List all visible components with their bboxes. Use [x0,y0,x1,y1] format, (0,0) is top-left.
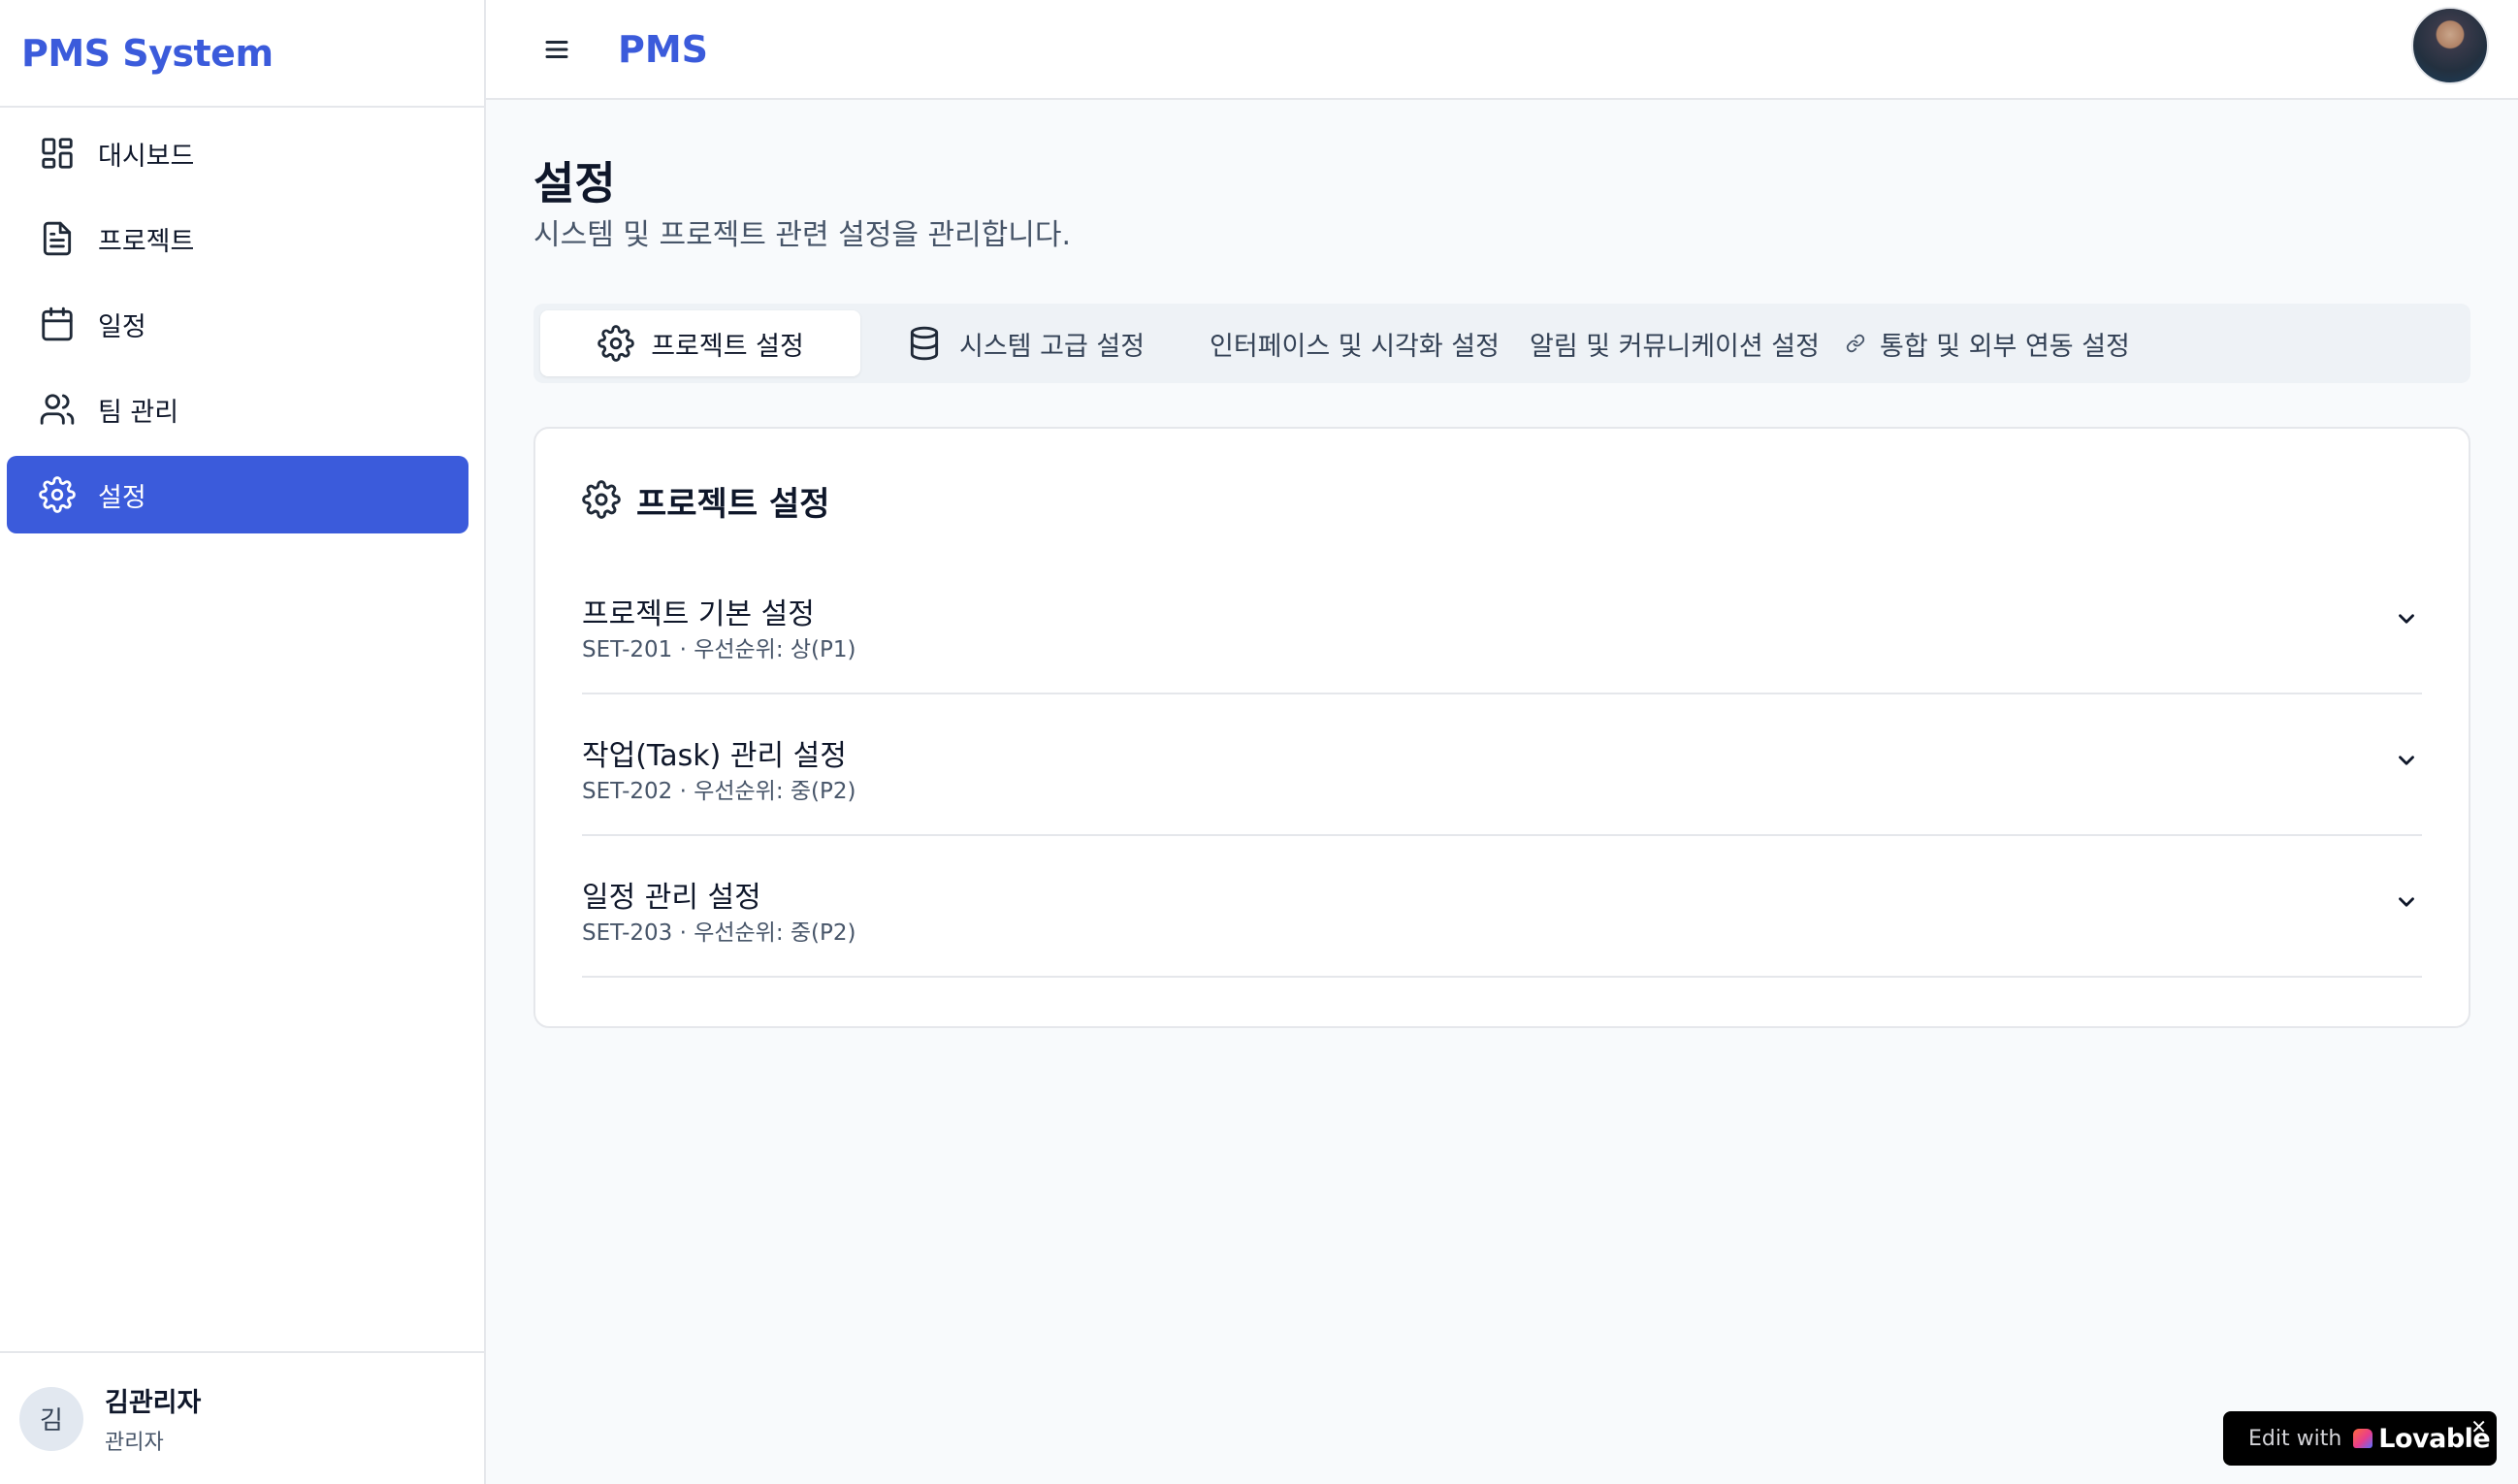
sidebar-item-schedule[interactable]: 일정 [7,285,468,363]
header-title: PMS [618,27,709,71]
accordion-title: 프로젝트 기본 설정 [582,597,815,631]
dashboard-icon [38,134,77,173]
tab-label: 인터페이스 및 시각화 설정 [1210,331,1500,362]
accordion-meta: SET-203 · 우선순위: 중(P2) [582,920,856,946]
close-icon[interactable]: ✕ [2470,1415,2487,1438]
document-icon [38,219,77,258]
edit-with-lovable-badge[interactable]: Edit with Lovable ✕ [2223,1411,2497,1466]
users-icon [38,390,77,429]
sidebar-brand: PMS System [0,0,484,108]
sidebar-item-team[interactable]: 팀 관리 [7,371,468,448]
sidebar-item-projects[interactable]: 프로젝트 [7,200,468,277]
settings-tabs: 프로젝트 설정 시스템 고급 설정 인터페이스 및 시각화 설정 알림 및 커뮤… [533,304,2470,383]
profile-avatar[interactable] [2411,7,2489,84]
avatar: 김 [19,1386,83,1451]
sidebar-item-label: 프로젝트 [98,226,195,257]
accordion-title: 일정 관리 설정 [582,881,761,915]
accordion-meta: SET-202 · 우선순위: 중(P2) [582,779,856,804]
user-info: 김관리자 관리자 [105,1381,201,1456]
sidebar-item-label: 설정 [98,482,146,513]
sidebar-item-settings[interactable]: 설정 [7,456,468,533]
sidebar-item-dashboard[interactable]: 대시보드 [7,114,468,192]
project-settings-card: 프로젝트 설정 프로젝트 기본 설정 SET-201 · 우선순위: 상(P1)… [533,427,2470,1028]
user-name: 김관리자 [105,1388,202,1418]
user-profile[interactable]: 김 김관리자 관리자 [0,1351,484,1484]
hamburger-menu-icon[interactable] [534,27,579,72]
chevron-down-icon[interactable] [2391,745,2422,776]
sidebar-item-label: 팀 관리 [98,397,179,428]
brand-title[interactable]: PMS System [21,32,274,75]
sidebar-item-label: 대시보드 [98,141,195,172]
badge-edit-text: Edit with [2248,1426,2342,1451]
tab-integration-external[interactable]: 통합 및 외부 연동 설정 [1845,310,2130,376]
gear-icon [597,324,635,363]
chevron-down-icon[interactable] [2391,603,2422,634]
accordion-item-schedule-management[interactable]: 일정 관리 설정 SET-203 · 우선순위: 중(P2) [582,836,2422,978]
tab-label: 프로젝트 설정 [651,331,804,362]
sidebar: PMS System 대시보드 프로젝트 일정 팀 관리 설정 김 김관리자 관… [0,0,486,1484]
tab-interface-visualization[interactable]: 인터페이스 및 시각화 설정 [1210,310,1500,376]
tab-label: 알림 및 커뮤니케이션 설정 [1530,331,1820,362]
user-role: 관리자 [105,1431,164,1455]
accordion-item-project-basic[interactable]: 프로젝트 기본 설정 SET-201 · 우선순위: 상(P1) [582,553,2422,694]
top-header: PMS [486,0,2518,100]
accordion-item-task-management[interactable]: 작업(Task) 관리 설정 SET-202 · 우선순위: 중(P2) [582,694,2422,836]
sidebar-item-label: 일정 [98,311,146,342]
sidebar-nav: 대시보드 프로젝트 일정 팀 관리 설정 [0,108,484,533]
lovable-logo-icon [2353,1429,2373,1448]
link-icon [1845,333,1866,354]
tab-project-settings[interactable]: 프로젝트 설정 [540,310,860,376]
database-icon [905,324,944,363]
gear-icon [38,475,77,514]
chevron-down-icon[interactable] [2391,887,2422,918]
card-header: 프로젝트 설정 [582,477,830,525]
gear-icon [582,479,621,523]
card-title: 프로젝트 설정 [636,485,830,524]
page-title: 설정 [533,157,616,210]
page-subtitle: 시스템 및 프로젝트 관련 설정을 관리합니다. [533,218,1072,252]
calendar-icon [38,305,77,343]
tab-label: 통합 및 외부 연동 설정 [1880,331,2130,362]
accordion-title: 작업(Task) 관리 설정 [582,739,847,773]
tab-system-advanced[interactable]: 시스템 고급 설정 [905,310,1145,376]
tab-notification-communication[interactable]: 알림 및 커뮤니케이션 설정 [1530,310,1820,376]
accordion-meta: SET-201 · 우선순위: 상(P1) [582,637,856,662]
tab-label: 시스템 고급 설정 [959,331,1146,362]
